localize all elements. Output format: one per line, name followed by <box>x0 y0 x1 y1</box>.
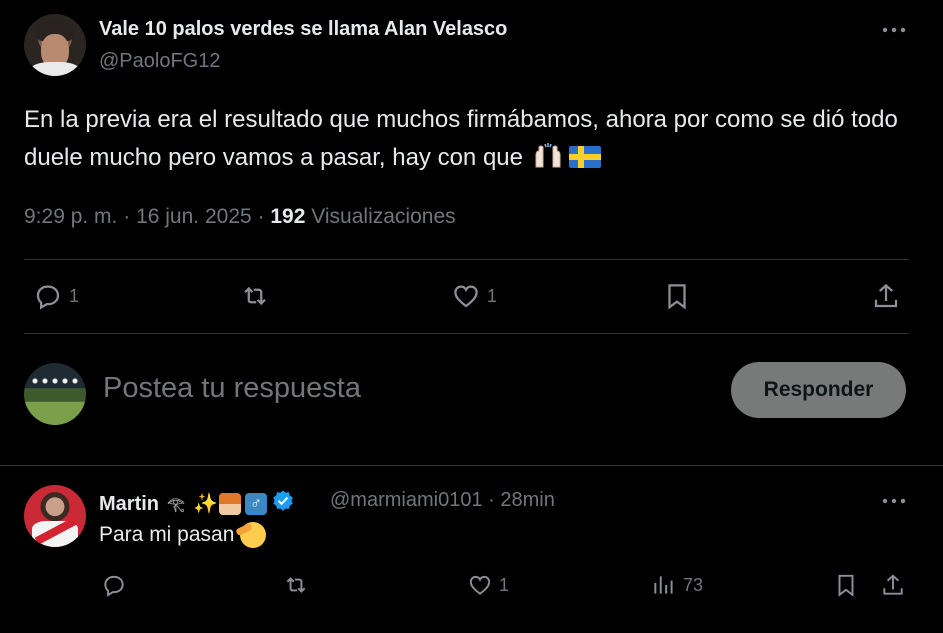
like-count: 1 <box>499 574 510 595</box>
reply-time[interactable]: 28min <box>500 489 554 511</box>
bookmark-button[interactable] <box>662 281 692 311</box>
reply-button[interactable]: 1 <box>33 281 79 311</box>
retweet-icon <box>286 577 306 593</box>
meta-separator: · <box>123 205 131 228</box>
mage-emoji <box>219 493 241 515</box>
reply-author-display-name[interactable]: Martin <box>99 493 159 516</box>
like-count: 1 <box>487 285 498 306</box>
reply-bookmark-button[interactable] <box>833 572 859 598</box>
author-avatar[interactable] <box>24 14 86 76</box>
share-icon <box>874 283 898 308</box>
tweet-text: En la previa era el resultado que muchos… <box>24 101 924 177</box>
reply-author-handle-row[interactable]: @marmiami0101 · 28min <box>330 489 555 512</box>
author-handle[interactable]: @PaoloFG12 <box>99 50 220 73</box>
like-button[interactable]: 1 <box>451 281 497 311</box>
reply-share-button[interactable] <box>880 572 906 598</box>
reply-views-button[interactable]: 73 <box>651 572 703 598</box>
reply-author-avatar[interactable] <box>24 485 86 547</box>
divider <box>0 465 943 466</box>
analytics-icon <box>654 576 673 594</box>
heart-icon <box>469 575 491 595</box>
verified-badge-icon[interactable] <box>271 489 295 519</box>
tweet-meta: 9:29 p. m. · 16 jun. 2025 · 192 Visualiz… <box>24 205 456 229</box>
divider <box>24 333 909 334</box>
reply-icon <box>36 285 60 310</box>
share-icon <box>883 574 903 595</box>
more-options-icon[interactable] <box>880 20 908 40</box>
meta-separator: · <box>488 489 495 511</box>
reply-author-handle[interactable]: @marmiami0101 <box>330 489 483 511</box>
bookmark-icon <box>838 574 854 597</box>
reply-count: 1 <box>69 285 80 306</box>
meta-separator: · <box>257 205 265 228</box>
reply-text: Para mi pasan <box>99 522 267 548</box>
raising-hands-emoji <box>531 143 565 169</box>
divider <box>24 259 909 260</box>
retweet-button[interactable] <box>240 281 276 311</box>
current-user-avatar[interactable] <box>24 363 86 425</box>
heart-icon <box>454 285 478 308</box>
sweden-flag-emoji <box>568 146 601 168</box>
sparkles-emoji: ✨ <box>193 493 218 515</box>
tweet-date[interactable]: 16 jun. 2025 <box>136 205 252 228</box>
author-display-name[interactable]: Vale 10 palos verdes se llama Alan Velas… <box>99 18 507 41</box>
retweet-icon <box>244 286 266 306</box>
views-label[interactable]: Visualizaciones <box>311 205 455 228</box>
eye-of-horus-emoji: 𓂀 <box>167 496 185 512</box>
saluting-face-emoji <box>240 522 267 548</box>
reply-text-body: Para mi pasan <box>99 523 235 546</box>
main-tweet: Vale 10 palos verdes se llama Alan Velas… <box>0 0 943 466</box>
more-options-icon[interactable] <box>880 491 908 511</box>
reply-reply-button[interactable] <box>101 572 133 598</box>
views-count: 73 <box>683 574 704 595</box>
tweet-time[interactable]: 9:29 p. m. <box>24 205 117 228</box>
reply-author-name-row[interactable]: Martin 𓂀 ✨ ♂ <box>99 489 295 519</box>
tweet-text-body: En la previa era el resultado que muchos… <box>24 106 898 171</box>
reply-retweet-button[interactable] <box>283 572 315 598</box>
male-sign-emoji: ♂ <box>245 493 267 515</box>
reply-icon <box>104 575 124 597</box>
views-count[interactable]: 192 <box>270 205 305 228</box>
reply-like-button[interactable]: 1 <box>467 572 509 598</box>
bookmark-icon <box>668 284 686 310</box>
share-button[interactable] <box>871 281 901 311</box>
reply-input[interactable]: Postea tu respuesta <box>103 372 361 405</box>
reply-submit-button[interactable]: Responder <box>731 362 906 418</box>
